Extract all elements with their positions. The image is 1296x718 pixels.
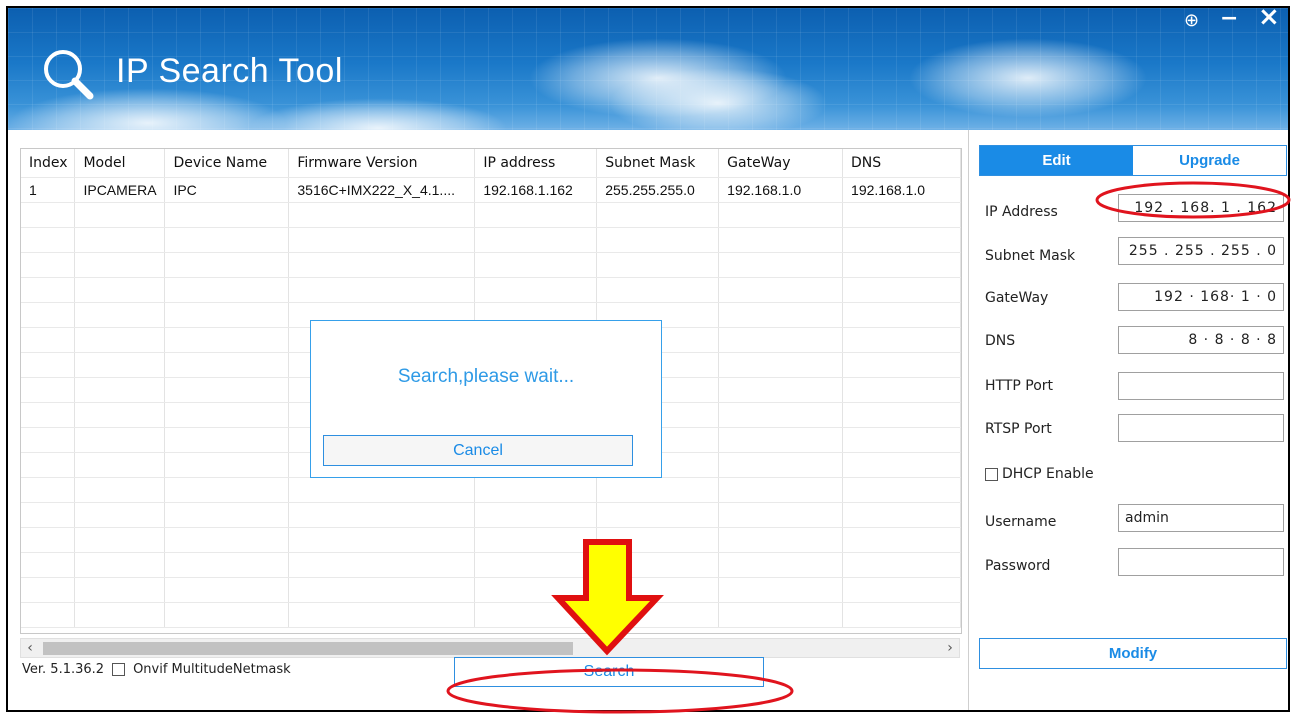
version-label: Ver. 5.1.36.2 <box>22 662 105 677</box>
dns-label: DNS <box>985 333 1016 349</box>
dhcp-label: DHCP Enable <box>1002 466 1094 482</box>
column-header[interactable]: Device Name <box>164 149 290 178</box>
rtsp-port-field[interactable] <box>1118 414 1284 442</box>
dialog-message: Search,please wait... <box>397 366 575 387</box>
ip-address-label: IP Address <box>985 204 1058 220</box>
table-cell: 192.168.1.162 <box>474 177 598 203</box>
empty-table-row <box>21 477 961 503</box>
password-field[interactable] <box>1118 548 1284 576</box>
empty-table-row <box>21 577 961 603</box>
panel-tabs: Edit Upgrade <box>979 145 1287 176</box>
app-window: IP Search Tool ⊕ − × Index Model Device Na… <box>6 6 1290 712</box>
column-header[interactable]: IP address <box>474 149 598 178</box>
add-window-icon[interactable]: ⊕ <box>1184 10 1199 31</box>
gateway-field[interactable]: 192 · 168· 1 · 0 <box>1118 283 1284 311</box>
dns-field[interactable]: 8 · 8 · 8 · 8 <box>1118 326 1284 354</box>
scroll-left-icon[interactable]: ‹ <box>21 639 39 657</box>
username-field[interactable]: admin <box>1118 504 1284 532</box>
onvif-checkbox[interactable] <box>112 663 126 676</box>
horizontal-scrollbar[interactable]: ‹ › <box>20 638 960 658</box>
empty-table-row <box>21 277 961 303</box>
tab-edit[interactable]: Edit <box>980 146 1133 175</box>
column-header[interactable]: Index <box>21 149 76 178</box>
title-bar: IP Search Tool ⊕ − × <box>8 8 1288 130</box>
subnet-mask-label: Subnet Mask <box>985 248 1076 264</box>
ip-address-field[interactable]: 192 . 168. 1 . 162 <box>1118 194 1284 222</box>
minimize-button[interactable]: − <box>1220 8 1238 31</box>
empty-table-row <box>21 227 961 253</box>
cancel-button[interactable]: Cancel <box>323 435 633 466</box>
scroll-right-icon[interactable]: › <box>941 639 959 657</box>
table-cell: 1 <box>21 177 76 203</box>
search-logo-icon <box>44 50 94 100</box>
table-header-row: Index Model Device Name Firmware Version IP … <box>21 149 961 178</box>
empty-table-row <box>21 602 961 628</box>
password-label: Password <box>985 558 1051 574</box>
empty-table-row <box>21 502 961 528</box>
edit-panel: Edit Upgrade IP Address 192 . 168. 1 . 1… <box>969 130 1288 710</box>
column-header[interactable]: DNS <box>842 149 961 178</box>
table-cell: 255.255.255.0 <box>596 177 720 203</box>
column-header[interactable]: Model <box>74 149 166 178</box>
subnet-mask-field[interactable]: 255 . 255 . 255 . 0 <box>1118 237 1284 265</box>
device-list-area: Index Model Device Name Firmware Version IP … <box>8 130 968 710</box>
tab-upgrade[interactable]: Upgrade <box>1133 146 1286 175</box>
table-cell: 192.168.1.0 <box>842 177 961 203</box>
search-progress-dialog: Search,please wait... Cancel <box>310 320 662 478</box>
empty-table-row <box>21 527 961 553</box>
close-button[interactable]: × <box>1258 8 1280 32</box>
http-port-label: HTTP Port <box>985 378 1054 394</box>
dhcp-checkbox[interactable] <box>985 467 998 481</box>
search-button[interactable]: Search <box>454 657 764 687</box>
onvif-label: Onvif MultitudeNetmask <box>133 662 291 677</box>
table-cell: IPC <box>164 177 290 203</box>
empty-table-row <box>21 252 961 278</box>
column-header[interactable]: Subnet Mask <box>596 149 720 178</box>
scrollbar-thumb[interactable] <box>43 642 573 655</box>
http-port-field[interactable] <box>1118 372 1284 400</box>
column-header[interactable]: GateWay <box>718 149 844 178</box>
dhcp-row: DHCP Enable <box>985 466 1094 482</box>
table-row[interactable]: 1 IPCAMERA IPC 3516C+IMX222_X_4.1.... 192.16… <box>21 177 961 203</box>
app-title: IP Search Tool <box>116 52 343 90</box>
table-cell: 192.168.1.0 <box>718 177 844 203</box>
empty-table-row <box>21 202 961 228</box>
column-header[interactable]: Firmware Version <box>288 149 476 178</box>
modify-button[interactable]: Modify <box>979 638 1287 669</box>
username-label: Username <box>985 514 1057 530</box>
table-cell: IPCAMERA <box>74 177 166 203</box>
empty-table-row <box>21 552 961 578</box>
status-bar: Ver. 5.1.36.2 Onvif MultitudeNetmask <box>22 662 291 677</box>
gateway-label: GateWay <box>985 290 1049 306</box>
rtsp-port-label: RTSP Port <box>985 421 1052 437</box>
table-cell: 3516C+IMX222_X_4.1.... <box>288 177 476 203</box>
